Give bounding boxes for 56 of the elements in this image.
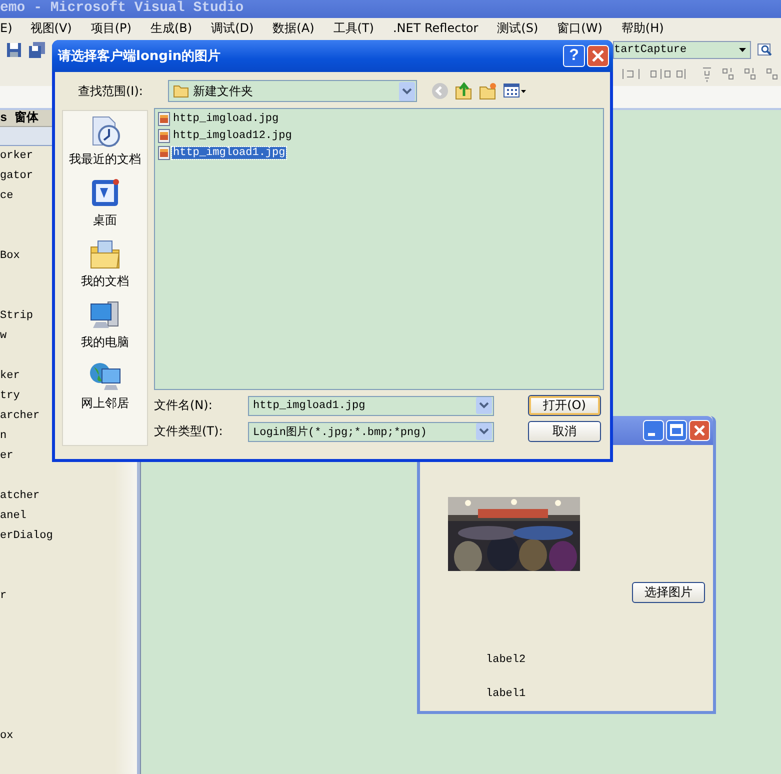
place-label[interactable]: 我最近的文档 <box>69 151 141 168</box>
dropdown-icon[interactable] <box>476 397 492 414</box>
startup-combo[interactable]: tartCapture <box>613 41 751 59</box>
place-label[interactable]: 我的文档 <box>81 273 129 290</box>
menu-item[interactable]: .NET Reflector <box>392 21 478 35</box>
up-folder-icon[interactable] <box>455 82 473 100</box>
toolbox-item[interactable]: r <box>0 586 115 606</box>
menu-item[interactable]: 工具(T) <box>333 20 374 36</box>
menu-item[interactable]: E) <box>0 21 12 35</box>
form-label: label1 <box>486 689 526 699</box>
image-file-icon <box>158 112 170 126</box>
open-button[interactable]: 打开(O) <box>528 395 601 416</box>
file-name-field[interactable]: http_imgload1.jpg <box>248 396 494 416</box>
file-item[interactable]: http_imgload.jpg <box>172 113 280 125</box>
menu-item[interactable]: 测试(S) <box>497 20 538 36</box>
file-item[interactable]: http_imgload12.jpg <box>172 130 293 142</box>
image-file-icon <box>158 129 170 143</box>
dropdown-icon[interactable] <box>476 423 492 440</box>
menu-item[interactable]: 窗口(W) <box>557 20 602 36</box>
view-menu-icon[interactable] <box>503 82 527 100</box>
menu-item[interactable]: 项目(P) <box>90 20 132 36</box>
menu-item[interactable]: 视图(V) <box>30 20 72 36</box>
toolbox-item[interactable]: erDialog <box>0 526 115 546</box>
minimize-icon[interactable] <box>643 420 664 441</box>
save-icon[interactable] <box>6 42 22 58</box>
place-label[interactable]: 桌面 <box>93 212 117 229</box>
choose-picture-button[interactable]: 选择图片 <box>632 582 705 603</box>
save-all-icon[interactable] <box>28 42 46 58</box>
menu-item[interactable]: 生成(B) <box>150 20 192 36</box>
toolbox-item[interactable]: anel <box>0 506 115 526</box>
image-file-icon <box>158 146 170 160</box>
menu-item[interactable]: 帮助(H) <box>621 20 664 36</box>
look-in-label: 查找范围(I): <box>78 82 144 100</box>
new-folder-icon[interactable] <box>479 82 497 100</box>
window-title: emo - Microsoft Visual Studio <box>0 0 781 18</box>
file-name-label: 文件名(N): <box>154 397 214 414</box>
toolbox-item[interactable]: ox <box>0 726 115 746</box>
form-label: label2 <box>486 655 526 665</box>
file-type-label: 文件类型(T): <box>154 423 224 440</box>
close-icon[interactable] <box>689 420 710 441</box>
toolbox-item[interactable]: atcher <box>0 486 115 506</box>
file-item[interactable]: http_imgload1.jpg <box>172 147 286 159</box>
folder-icon <box>173 84 189 98</box>
place-label[interactable]: 我的电脑 <box>81 334 129 351</box>
menu-item[interactable]: 调试(D) <box>211 20 254 36</box>
close-icon[interactable] <box>587 45 609 67</box>
dialog-title: 请选择客户端longin的图片 <box>58 48 222 65</box>
dropdown-icon <box>739 48 746 52</box>
place-label[interactable]: 网上邻居 <box>81 395 129 412</box>
menu-item[interactable]: 数据(A) <box>272 20 314 36</box>
dropdown-icon[interactable] <box>399 82 415 100</box>
maximize-icon[interactable] <box>666 420 687 441</box>
cancel-button[interactable]: 取消 <box>528 421 601 442</box>
look-in-combo[interactable]: 新建文件夹 <box>168 80 417 102</box>
file-type-combo[interactable]: Login图片(*.jpg;*.bmp;*png) <box>248 422 494 442</box>
help-button[interactable]: ? <box>563 45 585 67</box>
